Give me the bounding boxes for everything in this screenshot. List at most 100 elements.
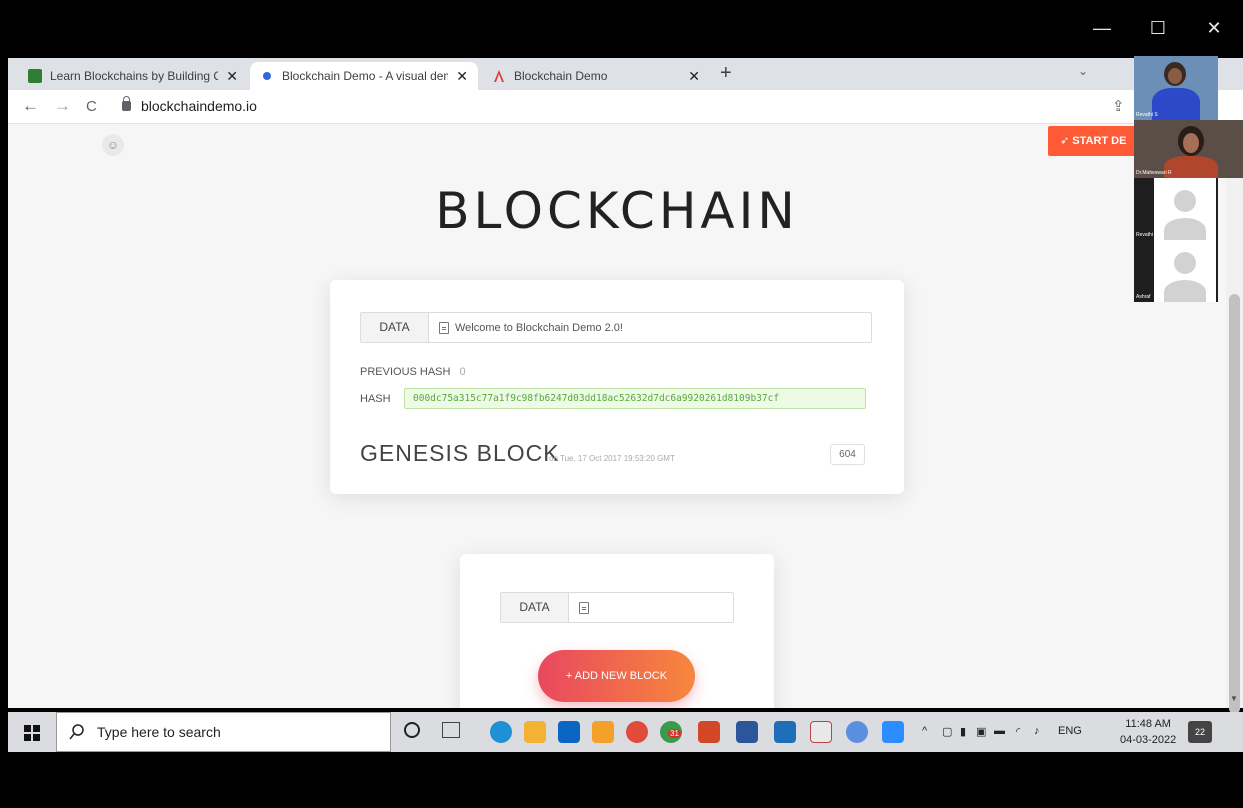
tab-favicon-icon [28, 69, 42, 83]
share-icon[interactable]: ⇪ [1112, 97, 1125, 115]
tab-label: Blockchain Demo - A visual dem [282, 69, 449, 83]
genesis-data-input[interactable]: Welcome to Blockchain Demo 2.0! [429, 313, 871, 342]
battery-icon[interactable]: ▬ [994, 725, 1005, 737]
page-content: ☺ ➶ START DE BLOCKCHAIN DATA Welcome to … [8, 124, 1226, 708]
nonce-badge: 604 [830, 444, 865, 465]
page-title: BLOCKCHAIN [435, 182, 799, 240]
cortana-icon[interactable] [404, 722, 420, 738]
scrollbar-thumb[interactable] [1229, 294, 1240, 714]
snipping-tool-icon[interactable] [810, 721, 832, 743]
maximize-button[interactable]: ☐ [1138, 14, 1178, 42]
browser-navbar: ← → C blockchaindemo.io ⇪ [8, 90, 1243, 124]
calendar-app-icon[interactable]: 31 [660, 721, 682, 743]
new-block-data-field: DATA [500, 592, 734, 623]
previous-hash-label: PREVIOUS HASH [360, 366, 451, 378]
tab-blockchain-demo-visual[interactable]: Blockchain Demo - A visual dem ✕ [250, 62, 478, 90]
start-demo-button[interactable]: ➶ START DE [1048, 126, 1140, 156]
calendar-badge: 31 [668, 729, 681, 738]
tab-strip: Learn Blockchains by Building O ✕ Blockc… [8, 58, 1243, 90]
data-label: DATA [361, 313, 429, 342]
close-window-button[interactable]: ✕ [1194, 14, 1234, 42]
outlook-icon[interactable] [592, 721, 614, 743]
volume-icon[interactable]: ♪ [1034, 725, 1040, 737]
tab-label: Blockchain Demo [514, 69, 608, 83]
participant-body [1152, 88, 1200, 120]
participant-name: Dr.Maheswari R [1136, 170, 1172, 176]
tab-label: Learn Blockchains by Building O [50, 69, 219, 83]
accessibility-icon[interactable]: ☺ [102, 134, 124, 156]
powerpoint-icon[interactable] [698, 721, 720, 743]
word-icon[interactable] [736, 721, 758, 743]
genesis-block-date: on Tue, 17 Oct 2017 19:53:20 GMT [549, 454, 675, 463]
participant-face [1168, 68, 1182, 84]
participant-name: Ashraf [1136, 294, 1151, 300]
microphone-icon[interactable]: ▮ [960, 725, 966, 738]
language-indicator[interactable]: ENG [1058, 725, 1082, 737]
close-tab-icon[interactable]: ✕ [680, 68, 700, 85]
tray-app-icon[interactable]: ▢ [942, 725, 952, 738]
address-bar[interactable]: blockchaindemo.io [122, 96, 257, 114]
taskbar-search-box[interactable]: Type here to search [56, 712, 391, 752]
hash-value: 000dc75a315c77a1f9c98fb6247d03dd18ac5263… [404, 388, 866, 409]
file-explorer-icon[interactable] [524, 721, 546, 743]
participant-body [1164, 156, 1218, 178]
genesis-data-value: Welcome to Blockchain Demo 2.0! [455, 321, 623, 334]
tab-learn-blockchains[interactable]: Learn Blockchains by Building O ✕ [18, 62, 248, 90]
participant-tile[interactable]: Ashraf [1134, 240, 1218, 302]
participant-face [1183, 133, 1199, 153]
taskbar-search-placeholder: Type here to search [97, 724, 221, 740]
avatar-head-icon [1174, 252, 1196, 274]
page-scrollbar[interactable]: ▼ [1226, 124, 1243, 714]
forward-button[interactable]: → [54, 96, 71, 116]
avatar-body-icon [1164, 218, 1206, 240]
previous-hash: PREVIOUS HASH 0 [360, 366, 466, 378]
participant-tile[interactable]: Dr.Maheswari R [1134, 120, 1243, 178]
lock-icon [122, 96, 131, 111]
clock-date: 04-03-2022 [1120, 734, 1177, 746]
photos-icon[interactable] [774, 721, 796, 743]
new-tab-button[interactable]: + [720, 62, 732, 85]
show-hidden-icons-chevron-icon[interactable]: ^ [922, 725, 927, 737]
system-clock[interactable]: 11:48 AM 04-03-2022 [1120, 716, 1176, 748]
add-new-block-button[interactable]: + ADD NEW BLOCK [538, 650, 695, 702]
close-tab-icon[interactable]: ✕ [218, 68, 238, 85]
search-icon [69, 724, 84, 740]
previous-hash-value: 0 [459, 366, 466, 378]
avatar-body-icon [1164, 280, 1206, 302]
genesis-data-field: DATA Welcome to Blockchain Demo 2.0! [360, 312, 872, 343]
bottom-border [0, 752, 1243, 808]
close-tab-icon[interactable]: ✕ [448, 68, 468, 85]
windows-start-icon[interactable] [24, 725, 40, 746]
tab-blockchain-demo[interactable]: Blockchain Demo ✕ [482, 62, 710, 90]
participant-name: Revathi [1136, 232, 1153, 238]
document-icon [579, 601, 589, 614]
back-button[interactable]: ← [22, 96, 39, 116]
chrome-icon[interactable] [626, 721, 648, 743]
rocket-icon: ➶ [1060, 135, 1073, 147]
genesis-block-title: GENESIS BLOCK [360, 440, 560, 466]
people-icon[interactable] [846, 721, 868, 743]
window-titlebar: — ☐ ✕ [8, 0, 1243, 58]
start-demo-label: START DE [1072, 135, 1127, 147]
reload-button[interactable]: C [86, 98, 97, 115]
edge-icon[interactable] [490, 721, 512, 743]
wifi-icon[interactable]: ◜ [1016, 725, 1020, 738]
hash-label: HASH [360, 393, 391, 405]
mail-icon[interactable] [558, 721, 580, 743]
scroll-down-arrow-icon[interactable]: ▼ [1230, 694, 1238, 703]
tab-search-chevron-icon[interactable]: ⌄ [1078, 64, 1088, 78]
participant-tile[interactable]: Revathi [1134, 178, 1218, 240]
screen: — ☐ ✕ Learn Blockchains by Building O ✕ … [0, 0, 1243, 808]
url-text: blockchaindemo.io [141, 98, 257, 114]
zoom-icon[interactable] [882, 721, 904, 743]
notifications-button[interactable]: 22 [1188, 721, 1212, 743]
tab-favicon-icon [263, 72, 271, 80]
new-block-data-input[interactable] [569, 593, 733, 622]
genesis-block-card: DATA Welcome to Blockchain Demo 2.0! PRE… [330, 280, 904, 494]
participant-name: Revathi S [1136, 112, 1158, 118]
data-label: DATA [501, 593, 569, 622]
participant-tile[interactable]: Revathi S [1134, 56, 1218, 120]
task-view-icon[interactable] [442, 722, 460, 738]
minimize-button[interactable]: — [1082, 14, 1122, 42]
tray-video-icon[interactable]: ▣ [976, 725, 986, 738]
